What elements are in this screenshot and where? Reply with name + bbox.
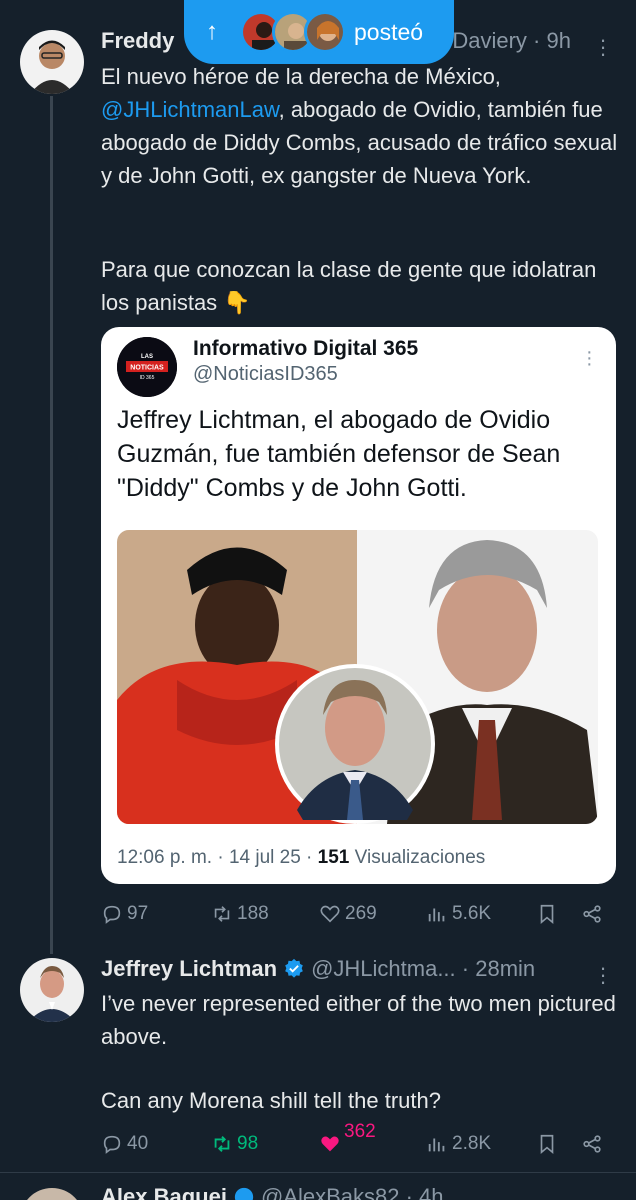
arrow-up-icon: ↑ [206,18,218,45]
post-text-paragraph: Can any Morena shill tell the truth? [101,1088,441,1113]
action-bar: 40 98 362 2.8K [101,1121,611,1159]
avatar[interactable] [20,30,84,94]
more-options-icon[interactable]: · · · [586,342,593,374]
author-name[interactable]: Jeffrey Lichtman [101,956,277,982]
thread-line [50,96,53,954]
logo-text: LAS [141,354,153,360]
repost-icon [214,906,230,922]
pill-avatar [304,11,346,53]
repost-count: 188 [237,903,269,924]
avatar[interactable] [20,1188,84,1200]
heart-filled-icon [321,1136,339,1152]
post-text: El nuevo héroe de la derecha de México, … [101,60,621,192]
share-icon [583,1135,601,1153]
separator-dot: · [455,956,476,981]
post-text: I’ve never represented either of the two… [101,991,616,1049]
reply-count: 97 [127,903,149,924]
separator-dot: · [526,28,547,53]
quote-timestamp[interactable]: 12:06 p. m. · 14 jul 25 · [117,847,318,868]
verified-badge-icon [285,958,303,978]
bookmark-button[interactable] [536,1133,558,1155]
author-handle[interactable]: @AlexBaks82 [261,1184,400,1200]
post-time[interactable]: 4h [419,1184,443,1200]
views-count: 2.8K [452,1133,492,1154]
quote-image[interactable] [117,530,598,824]
author-name[interactable]: Freddy [101,28,174,54]
post-time[interactable]: 9h [547,28,571,54]
reply-button[interactable]: 40 [101,1133,148,1155]
author-handle[interactable]: Daviery [452,28,527,54]
pill-label: posteó [354,18,424,45]
bookmark-icon [540,904,554,925]
reply-button[interactable]: 97 [101,903,148,925]
pill-avatar-stack [240,11,346,53]
quoted-post[interactable]: LAS NOTICIAS ID 365 Informativo Digital … [101,327,616,884]
repost-button[interactable]: 188 [211,903,269,925]
analytics-icon [428,1138,445,1152]
mention-link[interactable]: @JHLichtmanLaw [101,97,279,122]
quote-author-handle[interactable]: @NoticiasID365 [193,363,338,386]
logo-text: ID 365 [140,375,155,381]
heart-icon [320,905,340,923]
quote-meta: 12:06 p. m. · 14 jul 25 · 151 Visualizac… [117,847,485,869]
quote-avatar[interactable]: LAS NOTICIAS ID 365 [117,337,177,397]
like-button[interactable]: 362 [319,1121,376,1155]
like-button[interactable]: 269 [319,903,377,925]
post-text-paragraph: Para que conozcan la clase de gente que … [101,257,597,315]
post-text-part: El nuevo héroe de la derecha de México, [101,64,501,89]
author-name[interactable]: Alex Baquei [101,1184,227,1200]
share-icon [583,905,601,923]
avatar[interactable] [20,958,84,1022]
repost-icon [214,1136,230,1152]
reply-icon [103,905,121,924]
views-label: Visualizaciones [349,847,486,868]
quote-text: Jeffrey Lichtman, el abogado de Ovidio G… [117,406,561,502]
post-header: Jeffrey Lichtman @JHLichtma... · 28min [101,956,535,982]
views-count: 151 [317,847,350,868]
analytics-icon [428,908,445,922]
repost-count: 98 [237,1133,259,1154]
views-button[interactable]: 2.8K [426,1133,491,1155]
repost-button[interactable]: 98 [211,1133,258,1155]
views-count: 5.6K [452,903,492,924]
share-button[interactable] [581,903,603,925]
separator-dot: · [399,1184,420,1200]
author-handle[interactable]: @JHLichtma... [311,956,456,982]
new-posts-pill[interactable]: ↑ posteó [184,0,454,64]
more-options-icon[interactable]: · · · [598,29,608,65]
logo-text: NOTICIAS [130,365,164,372]
verified-badge-icon [234,1187,254,1200]
reply-icon [103,1135,121,1154]
post-header: Alex Baquei @AlexBaks82 · 4h [101,1184,444,1200]
bookmark-icon [540,1134,554,1155]
bookmark-button[interactable] [536,903,558,925]
action-bar: 97 188 269 5.6K [101,899,611,929]
post-divider [0,1172,636,1173]
reply-count: 40 [127,1133,149,1154]
quote-author-name[interactable]: Informativo Digital 365 [193,337,418,361]
more-options-icon[interactable]: · · · [598,957,608,993]
like-count: 269 [345,903,377,924]
post-time[interactable]: 28min [475,956,535,982]
share-button[interactable] [581,1133,603,1155]
like-count: 362 [344,1121,376,1142]
views-button[interactable]: 5.6K [426,903,491,925]
